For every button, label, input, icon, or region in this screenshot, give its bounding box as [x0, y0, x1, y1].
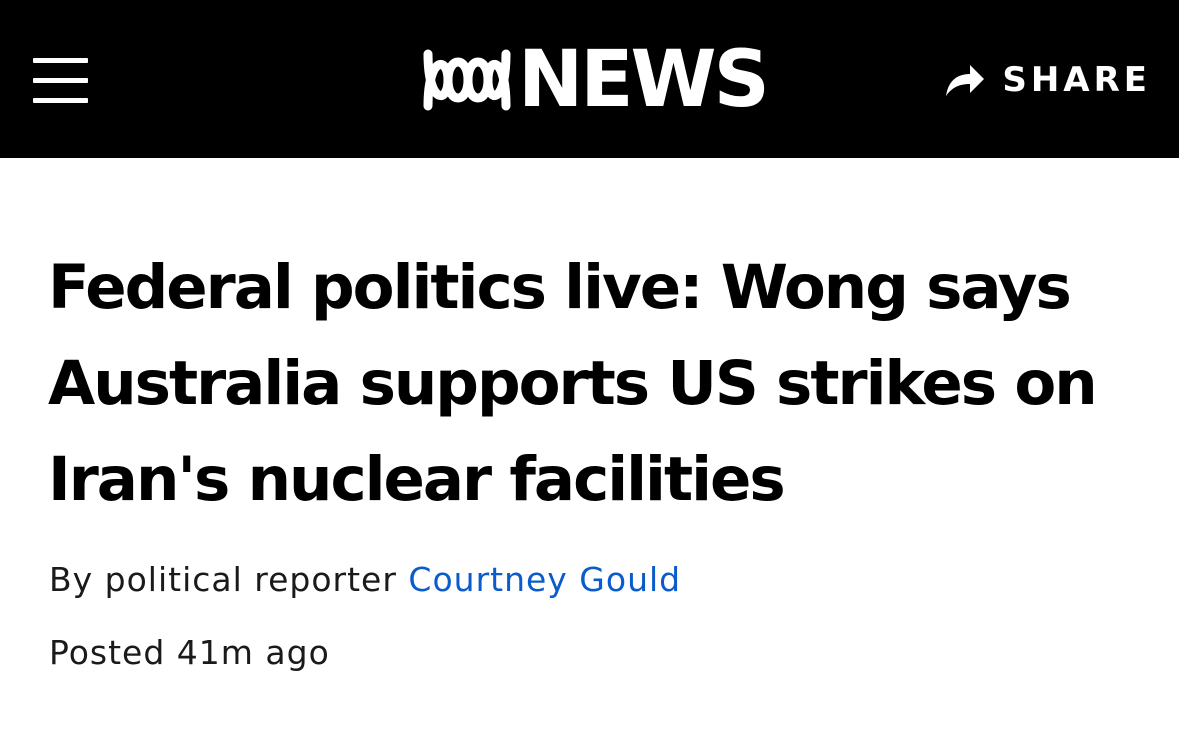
- abc-news-logo[interactable]: NEWS: [420, 35, 770, 125]
- byline-prefix: By political reporter: [49, 560, 409, 599]
- logo-news-text: NEWS: [518, 35, 770, 125]
- posted-time: Posted 41m ago: [49, 633, 330, 672]
- share-label: SHARE: [1002, 60, 1151, 100]
- menu-button[interactable]: [33, 58, 88, 104]
- share-arrow-icon: [946, 65, 985, 96]
- site-header: NEWS SHARE: [0, 0, 1179, 158]
- author-link[interactable]: Courtney Gould: [408, 560, 681, 599]
- abc-lissajous-logo-icon: [423, 49, 511, 111]
- article-byline: By political reporter Courtney Gould: [49, 560, 681, 599]
- article-headline: Federal politics live: Wong says Austral…: [48, 252, 1098, 515]
- share-button[interactable]: SHARE: [944, 58, 1151, 102]
